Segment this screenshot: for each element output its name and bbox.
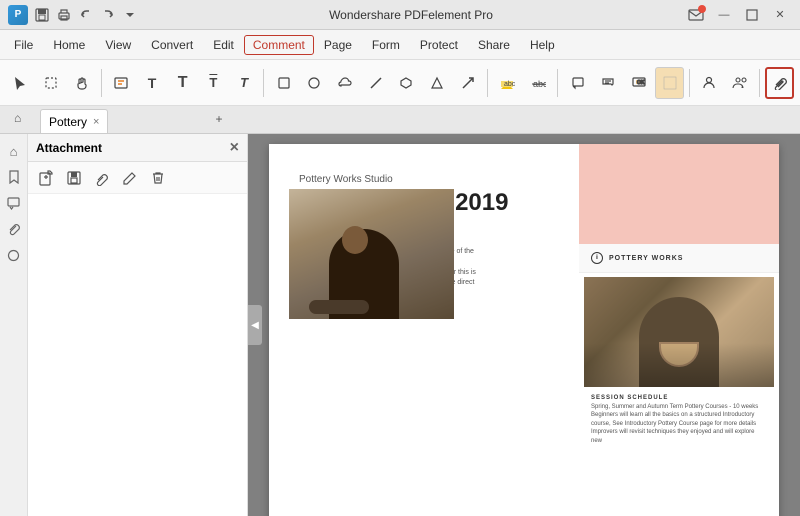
svg-text:OK: OK <box>637 80 645 86</box>
save-attachment-button[interactable] <box>62 166 86 190</box>
close-button[interactable]: ✕ <box>768 3 792 27</box>
pdf-photo-bottom-area <box>289 189 454 319</box>
sidebar-signature-icon[interactable] <box>3 244 25 266</box>
triangle-tool-button[interactable] <box>423 67 452 99</box>
title-bar: P Wondershare PDFelement Pro — ✕ <box>0 0 800 30</box>
menu-view[interactable]: View <box>95 34 141 56</box>
bowl-shape <box>659 342 699 367</box>
menu-help[interactable]: Help <box>520 34 565 56</box>
minimize-button[interactable]: — <box>712 3 736 27</box>
text-t4-button[interactable]: T <box>230 67 259 99</box>
hand-tool-button[interactable] <box>67 67 96 99</box>
line-tool-button[interactable] <box>361 67 390 99</box>
users-button[interactable] <box>726 67 755 99</box>
pdf-session-title: SESSION SCHEDULE <box>579 391 779 403</box>
menu-page[interactable]: Page <box>314 34 362 56</box>
attach-file-button[interactable] <box>90 166 114 190</box>
text-t3-button[interactable]: T <box>199 67 228 99</box>
cursor-tool-button[interactable] <box>6 67 35 99</box>
save-icon[interactable] <box>34 7 50 23</box>
tab-bar: ⌂ Pottery × + <box>0 106 800 134</box>
attachment-button[interactable] <box>765 67 794 99</box>
callout-button[interactable] <box>594 67 623 99</box>
pdf-viewer[interactable]: ◀ Pottery Works Studio Class Details 201… <box>248 134 800 516</box>
attachment-panel-title: Attachment <box>36 141 102 155</box>
menu-bar: File Home View Convert Edit Comment Page… <box>0 30 800 60</box>
text-t2-button[interactable]: T <box>168 67 197 99</box>
menu-comment[interactable]: Comment <box>244 35 314 55</box>
user-button[interactable] <box>695 67 724 99</box>
app-icon: P <box>8 5 28 25</box>
color-box-button[interactable] <box>655 67 684 99</box>
text-box-button[interactable] <box>107 67 136 99</box>
main-area: ⌂ Attachment × <box>0 134 800 516</box>
separator-4 <box>557 69 558 97</box>
attachment-toolbar <box>28 162 247 194</box>
delete-attachment-button[interactable] <box>146 166 170 190</box>
strikethrough-button[interactable]: abc <box>524 67 553 99</box>
menu-file[interactable]: File <box>4 34 43 56</box>
notification-dot <box>698 5 706 13</box>
rect-tool-button[interactable] <box>269 67 298 99</box>
menu-convert[interactable]: Convert <box>141 34 203 56</box>
attachment-panel-header: Attachment × <box>28 134 247 162</box>
edit-attachment-button[interactable] <box>118 166 142 190</box>
app-title: Wondershare PDFelement Pro <box>138 8 684 22</box>
pdf-page: Pottery Works Studio Class Details 2019 … <box>269 144 779 516</box>
text-t1-button[interactable]: T <box>138 67 167 99</box>
attachment-content <box>28 194 247 516</box>
pdf-session-text: Spring, Summer and Autumn Term Pottery C… <box>579 403 779 445</box>
menu-home[interactable]: Home <box>43 34 95 56</box>
sidebar-comment-icon[interactable] <box>3 192 25 214</box>
attachment-panel: Attachment × <box>28 134 248 516</box>
title-bar-controls: — ✕ <box>684 3 792 27</box>
svg-text:abc: abc <box>504 81 515 88</box>
sidebar-attachment-icon[interactable] <box>3 218 25 240</box>
menu-edit[interactable]: Edit <box>203 34 244 56</box>
redo-icon[interactable] <box>100 7 116 23</box>
title-bar-left: P <box>8 5 138 25</box>
menu-share[interactable]: Share <box>468 34 520 56</box>
print-icon[interactable] <box>56 7 72 23</box>
separator-1 <box>101 69 102 97</box>
attachment-panel-close[interactable]: × <box>230 139 239 157</box>
oval-tool-button[interactable] <box>300 67 329 99</box>
undo-icon[interactable] <box>78 7 94 23</box>
quick-access-arrow-icon[interactable] <box>122 7 138 23</box>
tab-close-button[interactable]: × <box>93 116 99 128</box>
pdf-tab[interactable]: Pottery × <box>40 109 108 133</box>
separator-3 <box>487 69 488 97</box>
tab-label: Pottery <box>49 115 87 129</box>
menu-protect[interactable]: Protect <box>410 34 468 56</box>
toolbar: T T T T abc abc OK <box>0 60 800 106</box>
home-tab-icon[interactable]: ⌂ <box>14 111 21 125</box>
arrow-tool-button[interactable] <box>453 67 482 99</box>
select-tool-button[interactable] <box>37 67 66 99</box>
menu-form[interactable]: Form <box>362 34 410 56</box>
new-tab-button[interactable]: + <box>210 110 228 128</box>
email-icon[interactable] <box>684 3 708 27</box>
left-sidebar: ⌂ <box>0 134 28 516</box>
pdf-subtitle: Pottery Works Studio <box>299 174 749 185</box>
add-attachment-button[interactable] <box>34 166 58 190</box>
stamp-button[interactable]: OK <box>625 67 654 99</box>
pottery-wheel <box>309 300 369 314</box>
separator-5 <box>689 69 690 97</box>
separator-2 <box>263 69 264 97</box>
note-button[interactable] <box>563 67 592 99</box>
pdf-main-content: Pottery Works Studio Class Details 2019 … <box>269 144 779 319</box>
maximize-button[interactable] <box>740 3 764 27</box>
sidebar-home-icon[interactable]: ⌂ <box>3 140 25 162</box>
panel-collapse-handle[interactable]: ◀ <box>248 305 262 345</box>
sidebar-bookmark-icon[interactable] <box>3 166 25 188</box>
polygon-tool-button[interactable] <box>392 67 421 99</box>
cloud-tool-button[interactable] <box>331 67 360 99</box>
separator-6 <box>759 69 760 97</box>
highlight-button[interactable]: abc <box>493 67 522 99</box>
